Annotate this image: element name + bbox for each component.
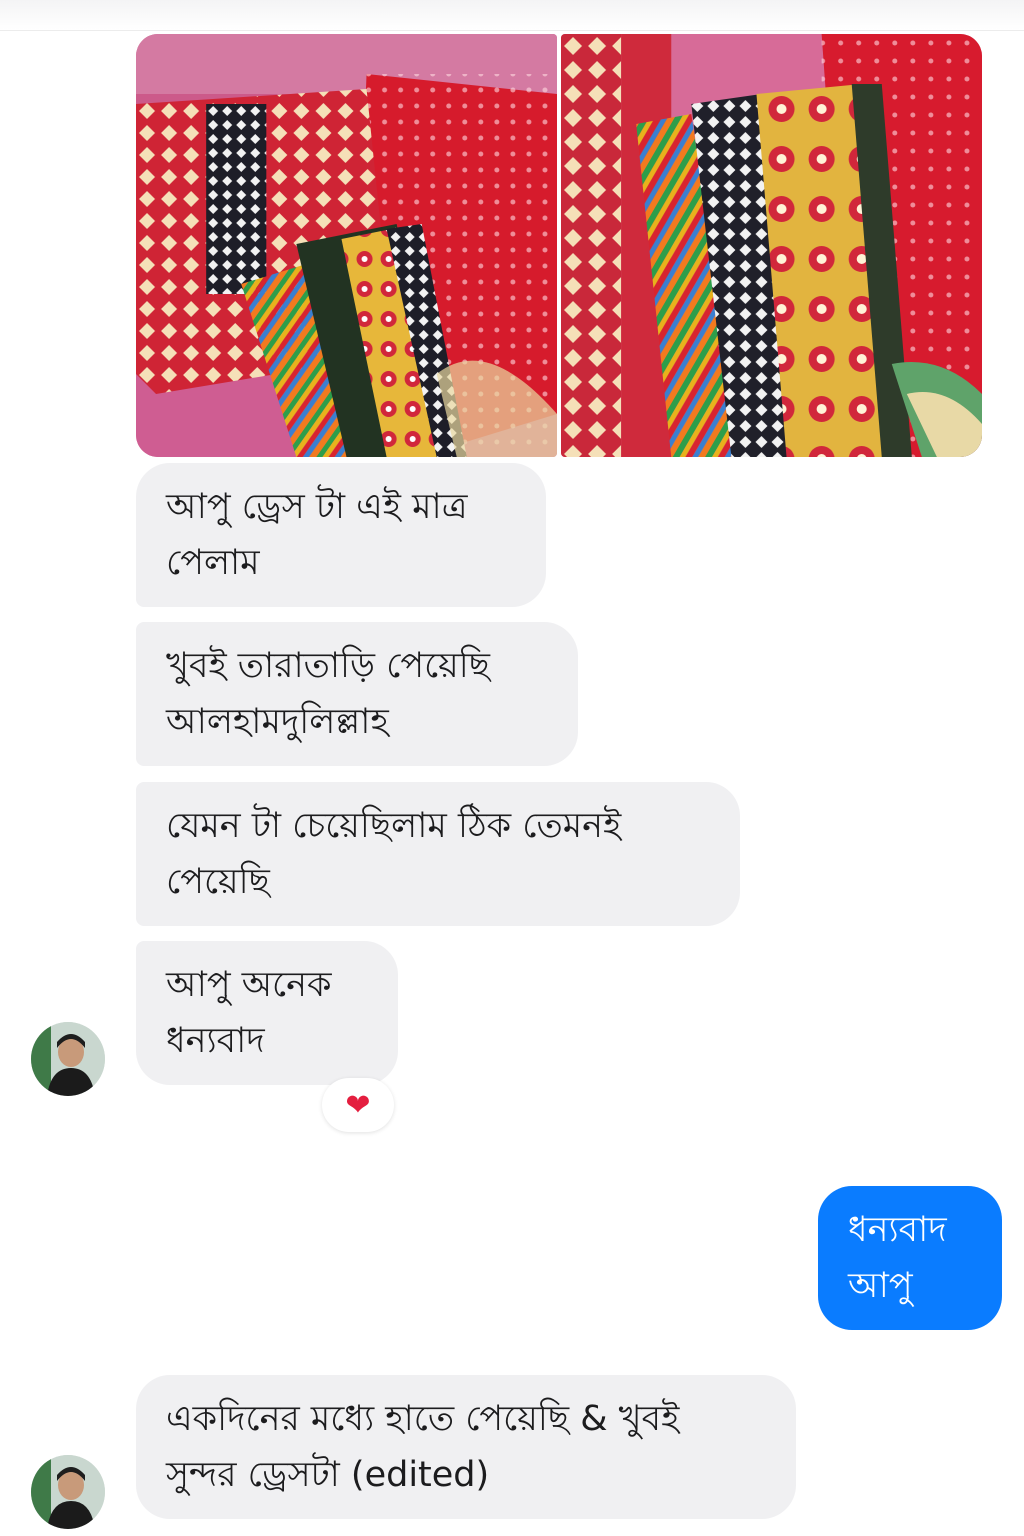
heart-icon: ❤ (345, 1087, 371, 1123)
top-bar-edge (0, 0, 1024, 31)
photo-attachments (136, 34, 982, 457)
dress-photo-1[interactable] (136, 34, 557, 457)
heart-reaction[interactable]: ❤ (322, 1078, 394, 1132)
dress-photo-2[interactable] (561, 34, 982, 457)
incoming-message[interactable]: আপু অনেক ধন্যবাদ (136, 941, 398, 1085)
avatar-photo (31, 1455, 105, 1529)
outgoing-message[interactable]: ধন্যবাদ আপু (818, 1186, 1002, 1330)
incoming-message[interactable]: একদিনের মধ্যে হাতে পেয়েছি & খুবই সুন্দর… (136, 1375, 796, 1519)
avatar-photo (31, 1022, 105, 1096)
dress-photo-1-image (136, 34, 557, 457)
incoming-message[interactable]: খুবই তারাতাড়ি পেয়েছি আলহামদুলিল্লাহ (136, 622, 578, 766)
incoming-message[interactable]: যেমন টা চেয়েছিলাম ঠিক তেমনই পেয়েছি (136, 782, 740, 926)
sender-avatar[interactable] (31, 1455, 105, 1529)
incoming-message[interactable]: আপু ড্রেস টা এই মাত্র পেলাম (136, 463, 546, 607)
dress-photo-2-image (561, 34, 982, 457)
sender-avatar[interactable] (31, 1022, 105, 1096)
